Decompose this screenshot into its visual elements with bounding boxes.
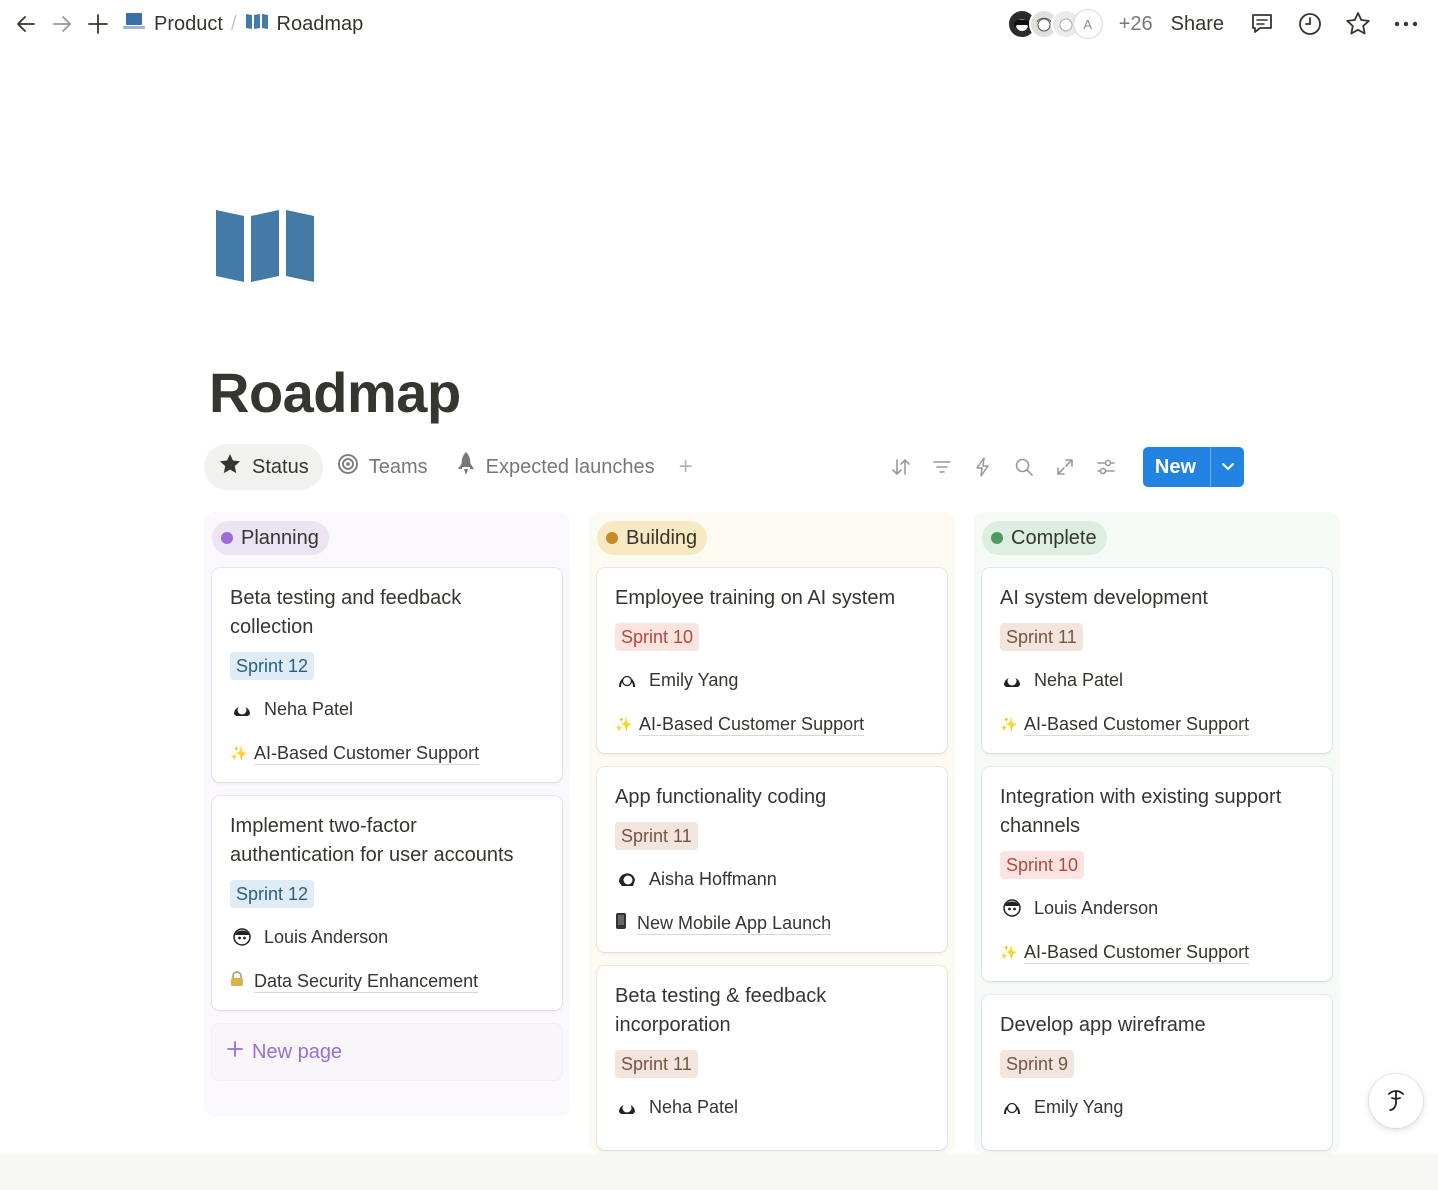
assignee-name: Louis Anderson bbox=[264, 926, 389, 947]
new-page-button[interactable]: New page bbox=[212, 1024, 562, 1080]
sprint-tag: Sprint 11 bbox=[1000, 623, 1083, 651]
assignee-row: Neha Patel bbox=[615, 1092, 929, 1122]
bottom-strip bbox=[0, 1154, 1438, 1190]
status-badge[interactable]: Building bbox=[597, 521, 708, 555]
status-badge[interactable]: Planning bbox=[212, 521, 329, 555]
help-assistant-icon[interactable] bbox=[1369, 1074, 1423, 1128]
card-title: AI system development bbox=[1000, 587, 1208, 609]
board-card[interactable]: Integration with existing support channe… bbox=[982, 767, 1332, 981]
avatar bbox=[1000, 668, 1024, 692]
assignee-row: Aisha Hoffmann bbox=[615, 864, 929, 894]
plus-icon bbox=[226, 1040, 244, 1064]
avatar bbox=[1000, 896, 1024, 920]
board-card[interactable]: Develop app wireframe Sprint 9 Emily Yan… bbox=[982, 995, 1332, 1150]
new-page-label: New page bbox=[252, 1040, 343, 1063]
board: Planning Beta testing and feedback colle… bbox=[0, 0, 1438, 1154]
avatar bbox=[230, 697, 254, 721]
column-label: Planning bbox=[241, 526, 319, 549]
project-link[interactable]: AI-Based Customer Support bbox=[1024, 941, 1250, 964]
assignee-row: Neha Patel bbox=[230, 694, 544, 724]
assignee-name: Emily Yang bbox=[649, 669, 739, 690]
card-title: App functionality coding bbox=[615, 786, 827, 808]
column-header: Planning bbox=[212, 520, 562, 556]
sprint-tag: Sprint 12 bbox=[230, 652, 315, 680]
avatar bbox=[230, 925, 254, 949]
board-card[interactable]: Employee training on AI system Sprint 10… bbox=[597, 568, 947, 753]
project-link[interactable]: AI-Based Customer Support bbox=[254, 742, 480, 765]
column-planning: Planning Beta testing and feedback colle… bbox=[204, 512, 570, 1116]
sparkle-icon: ✨ bbox=[230, 744, 248, 761]
card-title: Beta testing & feedback incorporation bbox=[615, 985, 827, 1036]
board-card[interactable]: Implement two-factor authentication for … bbox=[212, 796, 562, 1010]
assignee-name: Neha Patel bbox=[1034, 669, 1124, 690]
column-label: Complete bbox=[1011, 526, 1097, 549]
board-card[interactable]: AI system development Sprint 11 Neha Pat… bbox=[982, 568, 1332, 753]
avatar bbox=[1000, 1095, 1024, 1119]
lock-icon bbox=[230, 970, 244, 992]
column-building: Building Employee training on AI system … bbox=[589, 512, 955, 1154]
column-label: Building bbox=[626, 526, 698, 549]
status-badge[interactable]: Complete bbox=[982, 521, 1107, 555]
avatar bbox=[615, 1095, 639, 1119]
board-card[interactable]: App functionality coding Sprint 11 Aisha… bbox=[597, 767, 947, 952]
card-title: Employee training on AI system bbox=[615, 587, 896, 609]
board-card[interactable]: Beta testing & feedback incorporation Sp… bbox=[597, 966, 947, 1150]
project-link[interactable]: AI-Based Customer Support bbox=[1024, 713, 1250, 736]
sprint-tag: Sprint 11 bbox=[615, 822, 698, 850]
assignee-row: Louis Anderson bbox=[230, 922, 544, 952]
sprint-tag: Sprint 12 bbox=[230, 880, 315, 908]
assignee-row: Neha Patel bbox=[1000, 665, 1314, 695]
status-dot-icon bbox=[221, 532, 233, 544]
column-header: Complete bbox=[982, 520, 1332, 556]
phone-icon bbox=[615, 912, 627, 935]
card-title: Integration with existing support channe… bbox=[1000, 786, 1282, 837]
avatar bbox=[615, 668, 639, 692]
status-dot-icon bbox=[606, 532, 618, 544]
column-header: Building bbox=[597, 520, 947, 556]
sparkle-icon: ✨ bbox=[615, 715, 633, 732]
sparkle-icon: ✨ bbox=[1000, 943, 1018, 960]
board-card[interactable]: Beta testing and feedback collection Spr… bbox=[212, 568, 562, 782]
project-link[interactable]: AI-Based Customer Support bbox=[639, 713, 865, 736]
status-dot-icon bbox=[991, 532, 1003, 544]
assignee-name: Aisha Hoffmann bbox=[649, 868, 777, 889]
assignee-name: Emily Yang bbox=[1034, 1096, 1124, 1117]
assignee-name: Neha Patel bbox=[649, 1096, 739, 1117]
project-link[interactable]: New Mobile App Launch bbox=[637, 912, 832, 935]
assignee-name: Neha Patel bbox=[264, 698, 354, 719]
avatar bbox=[615, 867, 639, 891]
sprint-tag: Sprint 11 bbox=[615, 1050, 698, 1078]
sprint-tag: Sprint 9 bbox=[1000, 1050, 1075, 1078]
assignee-row: Emily Yang bbox=[1000, 1092, 1314, 1122]
column-complete: Complete AI system development Sprint 11… bbox=[974, 512, 1340, 1154]
project-link[interactable]: Data Security Enhancement bbox=[254, 970, 479, 993]
project-row: ✨ AI-Based Customer Support bbox=[230, 738, 544, 768]
sprint-tag: Sprint 10 bbox=[615, 623, 700, 651]
assignee-row: Emily Yang bbox=[615, 665, 929, 695]
project-row: ✨ AI-Based Customer Support bbox=[1000, 937, 1314, 967]
project-row: New Mobile App Launch bbox=[615, 908, 929, 938]
project-row: ✨ AI-Based Customer Support bbox=[615, 709, 929, 739]
sparkle-icon: ✨ bbox=[1000, 715, 1018, 732]
assignee-row: Louis Anderson bbox=[1000, 893, 1314, 923]
card-title: Implement two-factor authentication for … bbox=[230, 815, 514, 866]
card-title: Develop app wireframe bbox=[1000, 1014, 1206, 1036]
project-row: ✨ AI-Based Customer Support bbox=[1000, 709, 1314, 739]
notion-page: Product / Roadmap A +26 Share Roadmap St… bbox=[0, 0, 1438, 1190]
card-title: Beta testing and feedback collection bbox=[230, 587, 462, 638]
assignee-name: Louis Anderson bbox=[1034, 897, 1159, 918]
sprint-tag: Sprint 10 bbox=[1000, 851, 1085, 879]
project-row: Data Security Enhancement bbox=[230, 966, 544, 996]
